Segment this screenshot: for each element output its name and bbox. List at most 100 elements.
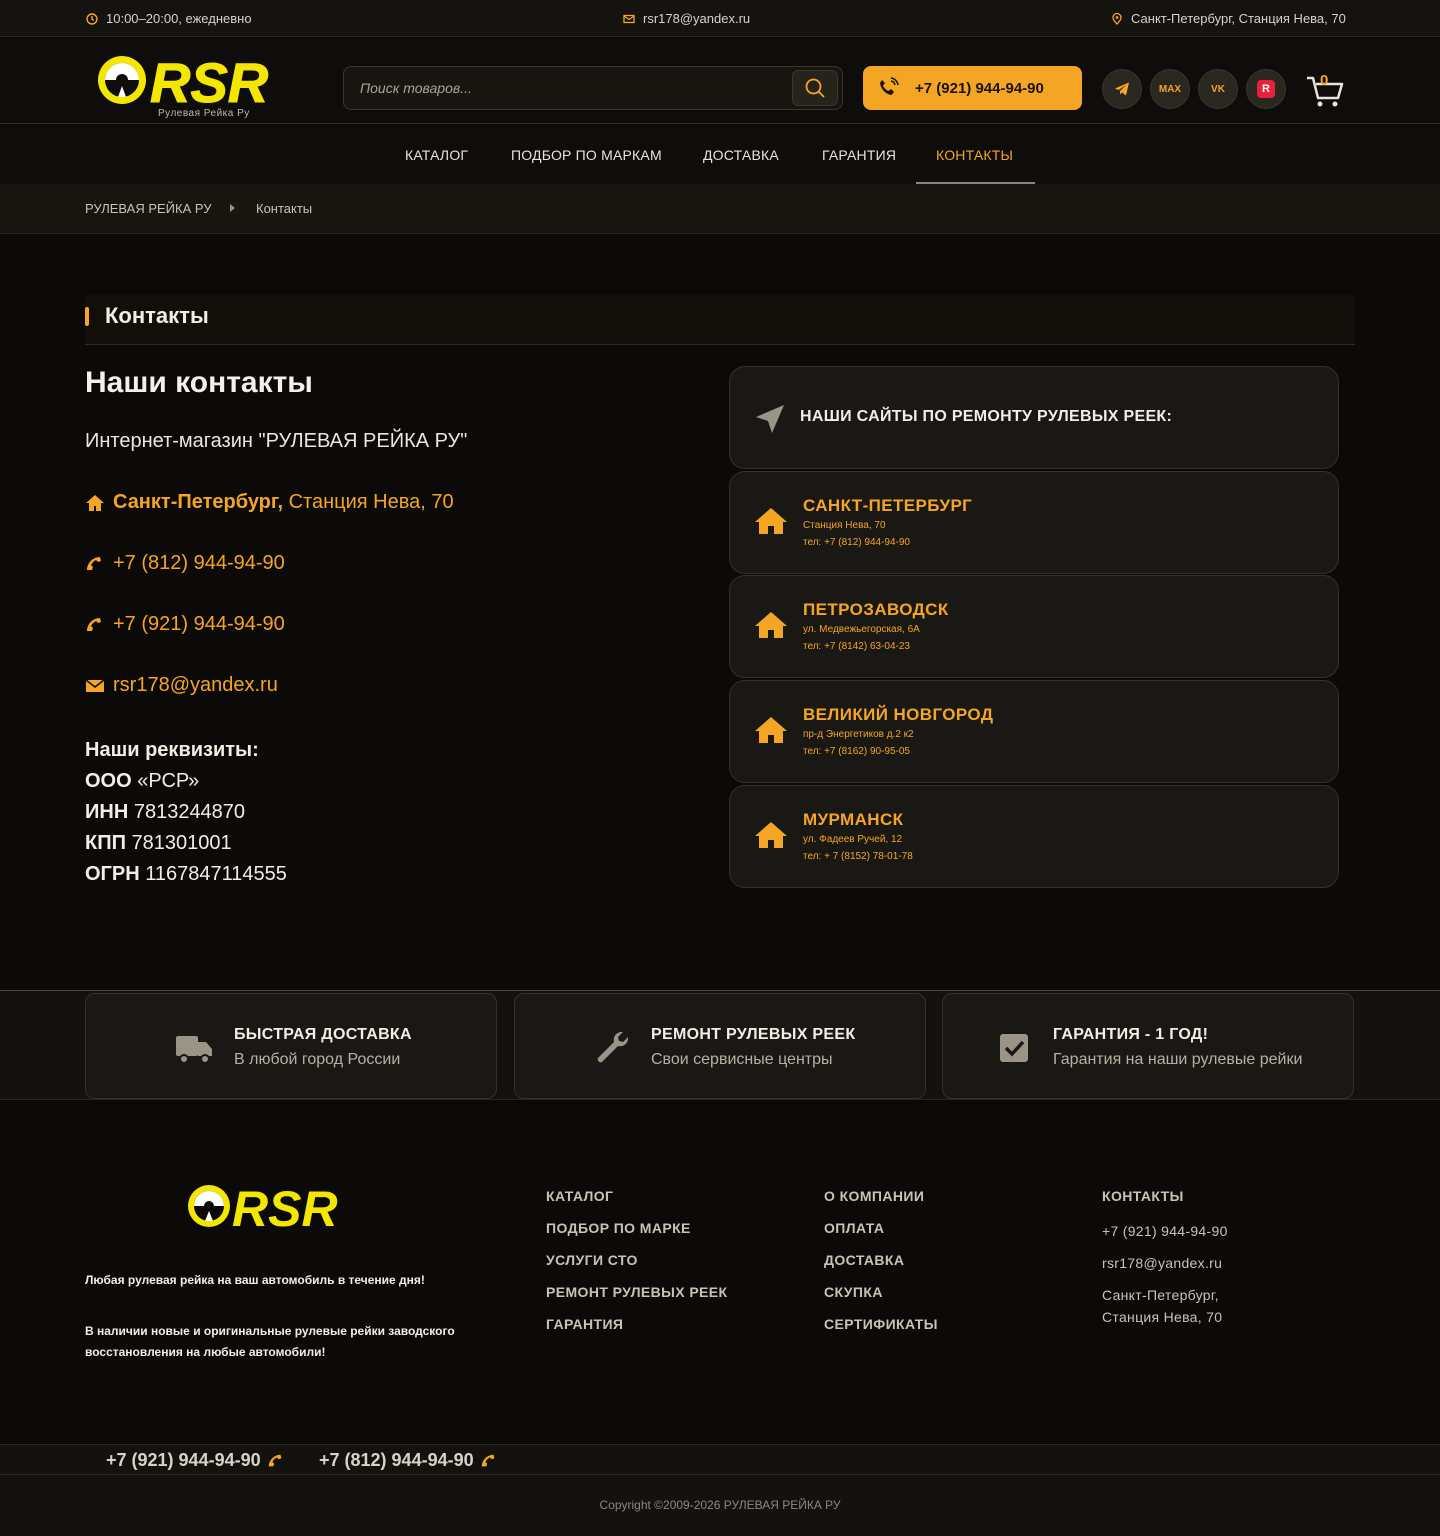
cart-count: 0 (1320, 72, 1329, 89)
house-icon (755, 822, 787, 848)
nav-brands[interactable]: ПОДБОР ПО МАРКАМ (511, 147, 662, 163)
footer-contacts-title[interactable]: КОНТАКТЫ (1102, 1188, 1302, 1220)
footer-link-certificates[interactable]: СЕРТИФИКАТЫ (824, 1316, 938, 1348)
header-phone-text: +7 (921) 944-94-90 (915, 79, 1044, 97)
footer-phone[interactable]: +7 (921) 944-94-90 (1102, 1220, 1302, 1242)
footer-logo[interactable]: RSR (186, 1182, 391, 1237)
copyright-text: Copyright ©2009-2026 РУЛЕВАЯ РЕЙКА РУ (599, 1498, 841, 1512)
site-city-phone: тел: + 7 (8152) 78-01-78 (803, 851, 913, 862)
feature-repair-subtitle: Свои сервисные центры (651, 1051, 833, 1068)
feature-delivery-title: БЫСТРАЯ ДОСТАВКА (234, 1026, 412, 1043)
footer-link-delivery[interactable]: ДОСТАВКА (824, 1252, 938, 1284)
telegram-button[interactable] (1102, 69, 1142, 109)
nav-contacts[interactable]: КОНТАКТЫ (936, 147, 1013, 163)
page-title: Контакты (105, 303, 209, 328)
site-card-petrozavodsk[interactable]: ПЕТРОЗАВОДСК ул. Медвежьегорская, 6А тел… (729, 575, 1339, 678)
title-accent-bar (85, 307, 89, 326)
envelope-icon (85, 678, 105, 692)
shop-name: Интернет-магазин "РУЛЕВАЯ РЕЙКА РУ" (85, 430, 468, 452)
phone-icon (87, 617, 101, 631)
footer-link-repair[interactable]: РЕМОНТ РУЛЕВЫХ РЕЕК (546, 1284, 727, 1316)
contacts-heading: Наши контакты (85, 366, 313, 399)
phone-icon (268, 1454, 282, 1466)
footer-link-catalog[interactable]: КАТАЛОГ (546, 1188, 727, 1220)
feature-warranty: ГАРАНТИЯ - 1 ГОД! Гарантия на наши рулев… (942, 993, 1354, 1099)
footer-link-buyback[interactable]: СКУПКА (824, 1284, 938, 1316)
site-city-address: Станция Нева, 70 (803, 520, 886, 531)
ogrn-label: ОГРН (85, 863, 140, 885)
footer-column-company: О КОМПАНИИ ОПЛАТА ДОСТАВКА СКУПКА СЕРТИФ… (824, 1188, 938, 1348)
checkbox-icon (1000, 1034, 1028, 1062)
site-city-phone: тел: +7 (812) 944-94-90 (803, 537, 910, 548)
contact-email[interactable]: rsr178@yandex.ru (85, 674, 278, 697)
site-card-murmansk[interactable]: МУРМАНСК ул. Фадеев Ручей, 12 тел: + 7 (… (729, 785, 1339, 888)
site-city-address: пр-д Энергетиков д.2 к2 (803, 729, 914, 740)
site-card-spb[interactable]: САНКТ-ПЕТЕРБУРГ Станция Нева, 70 тел: +7… (729, 471, 1339, 574)
site-footer: RSR Любая рулевая рейка на ваш автомобил… (0, 1100, 1440, 1444)
contact-city: Санкт-Петербург, (113, 491, 284, 513)
site-city-address: ул. Медвежьегорская, 6А (803, 624, 920, 635)
feature-repair: РЕМОНТ РУЛЕВЫХ РЕЕК Свои сервисные центр… (514, 993, 926, 1099)
site-city-name: МУРМАНСК (803, 810, 904, 829)
nav-warranty[interactable]: ГАРАНТИЯ (822, 147, 896, 163)
footer-link-payment[interactable]: ОПЛАТА (824, 1220, 938, 1252)
search-box (343, 66, 843, 110)
inn-label: ИНН (85, 801, 129, 823)
mail-icon (623, 14, 635, 23)
house-icon (755, 612, 787, 638)
contact-phone-2[interactable]: +7 (921) 944-94-90 (85, 613, 285, 636)
site-city-phone: тел: +7 (8162) 90-95-05 (803, 746, 910, 757)
footer-logo-text: RSR (232, 1182, 338, 1237)
contact-address: Санкт-Петербург, Станция Нева, 70 (85, 491, 454, 514)
contact-phone-1[interactable]: +7 (812) 944-94-90 (85, 552, 285, 575)
search-input[interactable] (360, 67, 780, 109)
footer-email[interactable]: rsr178@yandex.ru (1102, 1252, 1302, 1274)
site-card-novgorod[interactable]: ВЕЛИКИЙ НОВГОРОД пр-д Энергетиков д.2 к2… (729, 680, 1339, 783)
max-icon: MAX (1158, 83, 1182, 95)
main-nav: КАТАЛОГ ПОДБОР ПО МАРКАМ ДОСТАВКА ГАРАНТ… (0, 125, 1440, 184)
footer-link-about[interactable]: О КОМПАНИИ (824, 1188, 938, 1220)
sites-heading: НАШИ САЙТЫ ПО РЕМОНТУ РУЛЕВЫХ РЕЕК: (800, 408, 1173, 425)
house-icon (755, 717, 787, 743)
site-city-address: ул. Фадеев Ручей, 12 (803, 834, 903, 845)
feature-warranty-subtitle: Гарантия на наши рулевые рейки (1053, 1051, 1303, 1068)
sites-heading-card: НАШИ САЙТЫ ПО РЕМОНТУ РУЛЕВЫХ РЕЕК: (729, 366, 1339, 469)
requisites-title: Наши реквизиты: (85, 739, 259, 761)
top-email-text: rsr178@yandex.ru (643, 11, 751, 26)
contact-phone-1-text: +7 (812) 944-94-90 (113, 552, 285, 574)
rustore-button[interactable]: R (1246, 69, 1286, 109)
truck-icon (176, 1036, 212, 1064)
footer-phones-bar: +7 (921) 944-94-90 +7 (812) 944-94-90 (0, 1444, 1440, 1475)
footer-link-services[interactable]: УСЛУГИ СТО (546, 1252, 727, 1284)
navigation-arrow-icon (756, 405, 784, 433)
site-city-phone: тел: +7 (8142) 63-04-23 (803, 641, 910, 652)
breadcrumb: РУЛЕВАЯ РЕЙКА РУ Контакты (0, 184, 1440, 234)
features-strip: БЫСТРАЯ ДОСТАВКА В любой город России РЕ… (0, 990, 1440, 1100)
top-bar: 10:00–20:00, ежедневно rsr178@yandex.ru … (0, 0, 1440, 37)
footer-phone-1-text: +7 (921) 944-94-90 (106, 1450, 261, 1470)
footer-phone-1[interactable]: +7 (921) 944-94-90 (106, 1450, 285, 1471)
footer-link-warranty[interactable]: ГАРАНТИЯ (546, 1316, 727, 1348)
breadcrumb-separator-icon (230, 204, 235, 212)
vk-button[interactable]: VK (1198, 69, 1238, 109)
footer-phone-2[interactable]: +7 (812) 944-94-90 (319, 1450, 498, 1471)
footer-link-brand-select[interactable]: ПОДБОР ПО МАРКЕ (546, 1220, 727, 1252)
search-button[interactable] (792, 70, 838, 106)
working-hours: 10:00–20:00, ежедневно (86, 11, 252, 26)
search-icon (805, 78, 825, 98)
footer-address: Санкт-Петербург, Станция Нева, 70 (1102, 1287, 1223, 1325)
header-phone-button[interactable]: +7 (921) 944-94-90 (863, 66, 1082, 110)
footer-column-contacts: КОНТАКТЫ +7 (921) 944-94-90 rsr178@yande… (1102, 1188, 1302, 1338)
max-button[interactable]: MAX (1150, 69, 1190, 109)
phone-ringing-icon (880, 77, 899, 95)
contact-street: Станция Нева, 70 (283, 491, 454, 513)
feature-delivery: БЫСТРАЯ ДОСТАВКА В любой город России (85, 993, 497, 1099)
nav-catalog[interactable]: КАТАЛОГ (405, 147, 468, 163)
breadcrumb-home[interactable]: РУЛЕВАЯ РЕЙКА РУ (85, 201, 212, 216)
inn-value: 7813244870 (128, 801, 246, 823)
site-city-name: ВЕЛИКИЙ НОВГОРОД (803, 705, 994, 724)
top-address: Санкт-Петербург, Станция Нева, 70 (1111, 11, 1346, 26)
nav-delivery[interactable]: ДОСТАВКА (703, 147, 779, 163)
top-email[interactable]: rsr178@yandex.ru (623, 11, 750, 26)
telegram-icon (1115, 82, 1129, 96)
